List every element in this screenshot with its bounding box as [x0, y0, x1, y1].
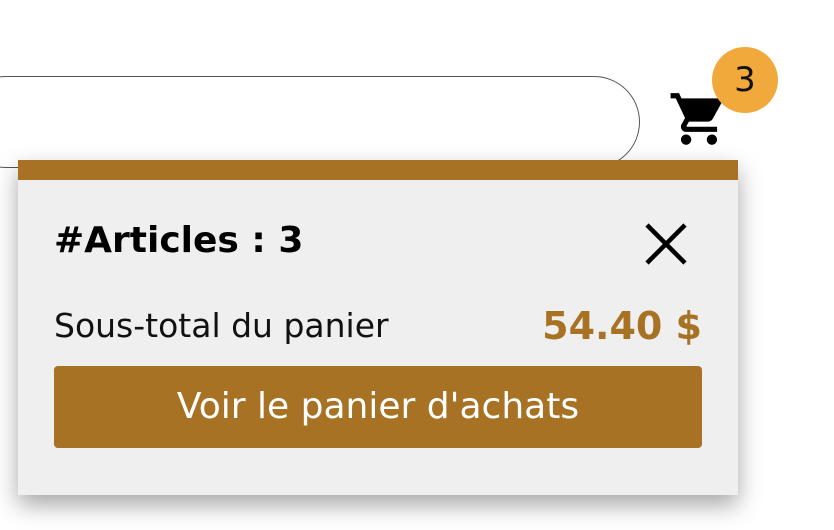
search-input[interactable]	[0, 76, 640, 168]
subtotal-label: Sous-total du panier	[54, 306, 389, 345]
view-cart-button[interactable]: Voir le panier d'achats	[54, 366, 702, 448]
popup-title: #Articles : 3	[54, 220, 304, 261]
close-icon	[645, 223, 687, 265]
cart-popup: #Articles : 3 Sous-total du panier 54.40…	[18, 160, 738, 495]
close-button[interactable]	[642, 220, 690, 268]
subtotal-value: 54.40 $	[542, 304, 702, 348]
cart-count-badge: 3	[712, 47, 778, 113]
page: 3 #Articles : 3 Sous-total du panier 54.…	[0, 0, 834, 530]
